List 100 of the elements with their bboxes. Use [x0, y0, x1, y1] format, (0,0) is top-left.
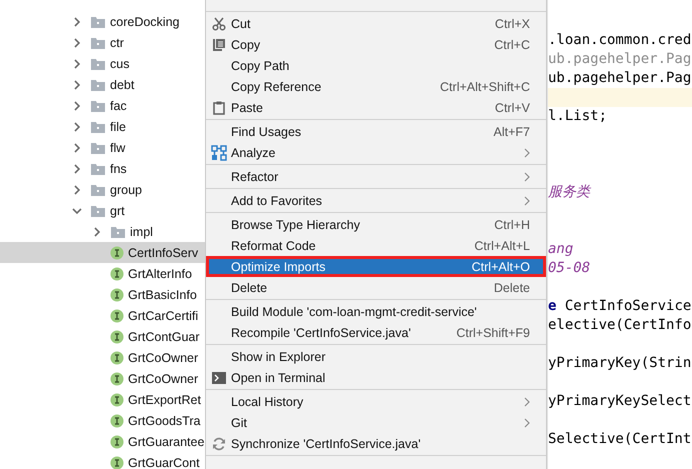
menu-item[interactable]: Open in Terminal: [206, 367, 546, 388]
menu-item[interactable]: Recompile 'CertInfoService.java' Ctrl+Shift+F9: [206, 322, 546, 343]
code-line: e CertInfoService: [548, 297, 692, 316]
menu-item[interactable]: Find Usages Alt+F7: [206, 121, 546, 142]
folder-icon: [90, 14, 106, 28]
tree-item-label: cus: [110, 56, 130, 70]
menu-item[interactable]: Optimize Imports Ctrl+Alt+O: [206, 256, 546, 277]
tree-item[interactable]: GrtAlterInfo: [0, 263, 205, 284]
chevron-right-icon[interactable]: [92, 226, 102, 236]
menu-item[interactable]: Synchronize 'CertInfoService.java': [206, 433, 546, 454]
folder-icon: [90, 162, 106, 176]
tree-item-label: fac: [110, 98, 127, 112]
tree-item-label: GrtGoodsTra: [128, 414, 200, 428]
interface-icon: [110, 434, 124, 448]
menu-item[interactable]: Delete Delete: [206, 277, 546, 298]
tree-item[interactable]: fns: [0, 158, 205, 179]
chevron-right-icon[interactable]: [72, 100, 82, 110]
interface-icon: [110, 288, 124, 302]
chevron-right-icon[interactable]: [72, 164, 82, 174]
interface-icon: [110, 392, 124, 406]
tree-item[interactable]: GrtGuarCont: [0, 452, 205, 469]
folder-icon: [90, 56, 106, 70]
tree-item[interactable]: GrtCoOwner: [0, 368, 205, 389]
chevron-right-icon[interactable]: [72, 142, 82, 152]
tree-item-label: flw: [110, 140, 126, 154]
code-comment: 05-08: [548, 259, 592, 278]
code-line: ub.pagehelper.Pag: [548, 69, 692, 88]
tree-item[interactable]: coreDocking: [0, 11, 205, 32]
tree-item[interactable]: file: [0, 116, 205, 137]
tree-item[interactable]: ctr: [0, 32, 205, 53]
tree-item[interactable]: grt: [0, 200, 205, 221]
tree-item[interactable]: GrtBasicInfo: [0, 284, 205, 305]
menu-item[interactable]: Browse Type Hierarchy Ctrl+H: [206, 214, 546, 235]
tree-item-label: grt: [110, 204, 125, 218]
shortcut-label: Delete: [494, 280, 530, 294]
tree-item[interactable]: GrtExportRet: [0, 389, 205, 410]
menu-item[interactable]: Copy Path: [206, 55, 546, 76]
shortcut-label: Ctrl+Shift+F9: [456, 326, 530, 340]
tree-item[interactable]: fac: [0, 95, 205, 116]
menu-item[interactable]: Reformat Code Ctrl+Alt+L: [206, 235, 546, 256]
folder-icon: [110, 224, 126, 238]
menu-item[interactable]: Build Module 'com-loan-mgmt-credit-service': [206, 301, 546, 322]
interface-icon: [110, 372, 124, 386]
menu-item[interactable]: Copy Reference Ctrl+Alt+Shift+C: [206, 76, 546, 97]
sync-icon: [212, 436, 226, 450]
menu-item[interactable]: Refactor: [206, 166, 546, 187]
code-line: Selective(CertInt: [548, 430, 692, 449]
chevron-right-icon[interactable]: [72, 122, 82, 132]
interface-icon: [110, 350, 124, 364]
scissors-icon: [212, 16, 226, 30]
tree-item-label: GrtAlterInfo: [128, 266, 192, 280]
tree-item[interactable]: group: [0, 179, 205, 200]
menu-item[interactable]: Copy Ctrl+C: [206, 34, 546, 55]
menu-item[interactable]: Add to Favorites: [206, 190, 546, 211]
interface-icon: [110, 414, 124, 428]
menu-item[interactable]: Show in Explorer: [206, 346, 546, 367]
shortcut-label: Ctrl+V: [494, 100, 530, 114]
menu-item[interactable]: Cut Ctrl+X: [206, 13, 546, 34]
chevron-right-icon[interactable]: [72, 58, 82, 68]
chevron-right-icon[interactable]: [72, 80, 82, 90]
tree-item[interactable]: cus: [0, 53, 205, 74]
tree-item-label: fns: [110, 162, 127, 176]
tree-item-label: impl: [130, 224, 153, 238]
chevron-right-icon[interactable]: [72, 38, 82, 48]
tree-item-label: GrtExportRet: [128, 392, 201, 406]
code-comment: 服务类: [548, 183, 592, 202]
interface-icon: [110, 330, 124, 344]
folder-icon: [90, 98, 106, 112]
menu-item[interactable]: Git: [206, 412, 546, 433]
tree-item-label: GrtCoOwner: [128, 372, 198, 386]
chevron-right-icon[interactable]: [72, 184, 82, 194]
code-line: ub.pagehelper.Pag: [548, 50, 692, 69]
shortcut-label: Ctrl+Alt+Shift+C: [440, 80, 530, 94]
shortcut-label: Ctrl+Alt+L: [474, 238, 530, 252]
tree-item[interactable]: GrtCoOwner: [0, 347, 205, 368]
shortcut-label: Ctrl+H: [494, 218, 530, 232]
chevron-down-icon[interactable]: [72, 206, 82, 216]
tree-item[interactable]: impl: [0, 221, 205, 242]
tree-item[interactable]: CertInfoServ: [0, 242, 205, 263]
tree-item-label: GrtBasicInfo: [128, 288, 197, 302]
tree-item[interactable]: debt: [0, 74, 205, 95]
folder-icon: [90, 36, 106, 50]
tree-item[interactable]: GrtContGuar: [0, 326, 205, 347]
copy-icon: [212, 38, 226, 52]
tree-item[interactable]: GrtCarCertifi: [0, 305, 205, 326]
shortcut-label: Alt+F7: [494, 124, 530, 138]
code-line: elective(CertInfo: [548, 316, 692, 335]
menu-item[interactable]: Analyze: [206, 142, 546, 163]
tree-item[interactable]: flw: [0, 137, 205, 158]
chevron-right-icon[interactable]: [72, 16, 82, 26]
tree-item-label: GrtGuarCont: [128, 456, 200, 469]
tree-item[interactable]: GrtGoodsTra: [0, 410, 205, 431]
folder-icon: [90, 120, 106, 134]
shortcut-label: Ctrl+C: [494, 38, 530, 52]
menu-item[interactable]: Paste Ctrl+V: [206, 97, 546, 118]
tree-item[interactable]: GrtGuarantee: [0, 431, 205, 452]
shortcut-label: Ctrl+Alt+O: [472, 260, 530, 274]
menu-item[interactable]: Local History: [206, 391, 546, 412]
tree-item-label: GrtCoOwner: [128, 350, 198, 364]
interface-icon: [110, 456, 124, 469]
